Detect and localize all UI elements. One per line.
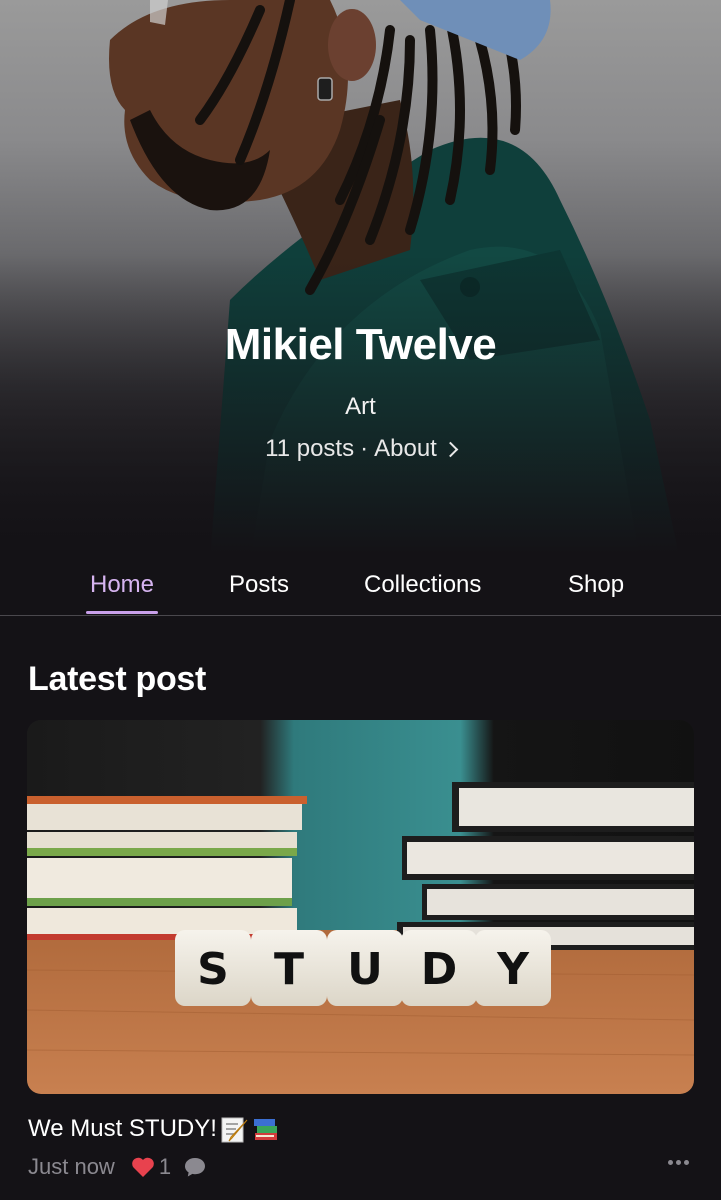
die-letter: S [197,944,229,995]
post-image[interactable]: S T U D Y [27,720,694,1094]
post-title-text: We Must STUDY! [28,1115,217,1142]
comment-icon[interactable] [183,1156,207,1178]
creator-hero: Mikiel Twelve Art 11 posts · About [0,0,721,555]
tab-label: Home [90,571,155,598]
tab-shop[interactable]: Shop [568,570,624,600]
tab-label: Collections [364,571,482,598]
tab-label: Shop [568,571,625,598]
like-count: 1 [158,1154,172,1179]
heart-icon[interactable] [131,1156,155,1178]
creator-meta[interactable]: 11 posts · About [265,434,459,464]
tab-collections[interactable]: Collections [364,570,481,600]
post-thumbnail: S T U D Y [27,720,694,1094]
memo-emoji-icon [221,1117,248,1143]
die-letter: U [347,944,383,995]
more-options-icon[interactable] [668,1160,689,1165]
post-title[interactable]: We Must STUDY! [28,1112,281,1146]
about-link[interactable]: About [374,434,437,464]
posts-count: 11 posts [265,435,355,462]
die-letter: T [274,944,304,995]
post-meta: Just now 1 [28,1152,207,1182]
tab-posts[interactable]: Posts [229,570,289,600]
post-time: Just now [28,1154,115,1179]
meta-separator: · [360,435,369,462]
creator-info: Mikiel Twelve Art 11 posts · About [0,316,721,464]
tab-home[interactable]: Home [86,570,159,614]
die-letter: D [421,944,458,995]
creator-tabs: Home Posts Collections Shop [0,558,721,616]
books-emoji-icon [253,1119,277,1140]
creator-category: Art [345,393,376,420]
die-letter: Y [496,944,530,995]
chevron-right-icon [442,441,459,457]
active-tab-indicator [86,611,159,614]
creator-name: Mikiel Twelve [224,320,497,369]
section-title: Latest post [28,660,207,698]
tab-label: Posts [229,571,290,598]
